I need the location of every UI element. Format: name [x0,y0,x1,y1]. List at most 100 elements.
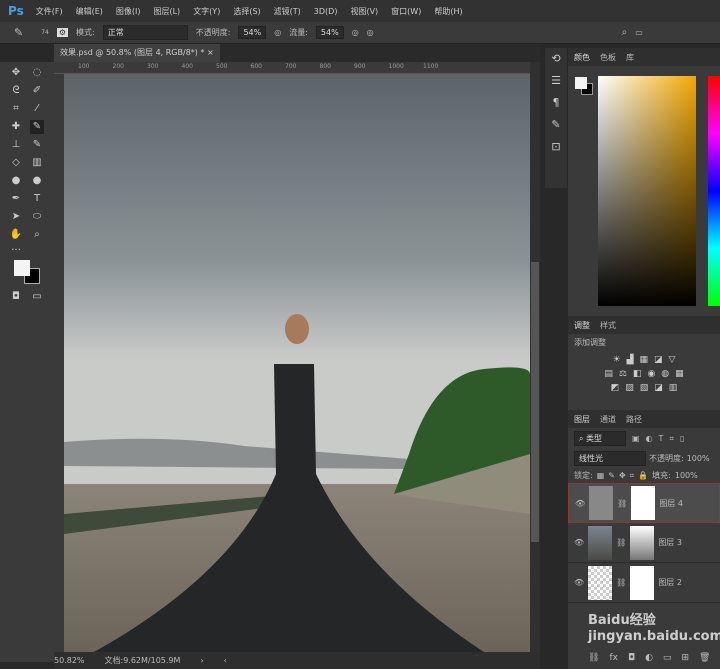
document-tab[interactable]: 效果.psd @ 50.8% (图层 4, RGB/8*) * × [54,44,220,62]
airbrush-icon[interactable]: ◎ [352,28,359,37]
color-field[interactable] [598,76,696,306]
hue-slider[interactable] [708,76,720,306]
blur-icon[interactable]: ● [9,174,23,188]
vertical-scrollbar[interactable] [530,62,540,652]
crop-tool-icon[interactable]: ⌗ [9,102,23,116]
quick-select-icon[interactable]: ✐ [30,84,44,98]
exposure-icon[interactable]: ◪ [654,355,663,365]
clone-source-icon[interactable]: ⊡ [545,136,567,158]
curves-icon[interactable]: ▦ [640,355,649,365]
gradient-map-icon[interactable]: ▥ [669,383,678,393]
flow-input[interactable]: 54% [316,26,344,39]
mode-select[interactable]: 正常 [103,25,188,40]
lock-artboard-icon[interactable]: ⌗ [630,471,635,481]
layer-mask-thumbnail[interactable] [630,526,654,560]
brush-panel-icon[interactable]: ⚙ [57,28,68,37]
pen-icon[interactable]: ✒ [9,192,23,206]
filter-adjust-icon[interactable]: ◐ [646,434,653,443]
stamp-icon[interactable]: ⊥ [9,138,23,152]
trash-icon[interactable]: 🗑 [699,653,710,663]
tab-styles[interactable]: 样式 [600,320,616,331]
history-icon[interactable]: ⟲ [545,48,567,70]
fx-icon[interactable]: fx [609,653,618,663]
brush-icon[interactable]: ✎ [14,26,23,39]
close-icon[interactable]: × [207,48,214,57]
selective-color-icon[interactable]: ◪ [654,383,663,393]
menu-filter[interactable]: 滤镜(T) [274,6,301,17]
filter-shape-icon[interactable]: ⌗ [669,434,674,444]
menu-layer[interactable]: 图层(L) [153,6,180,17]
brush-tool-icon[interactable]: ✎ [30,120,44,134]
new-layer-icon[interactable]: ⊞ [681,653,689,663]
tab-libraries[interactable]: 库 [626,52,634,63]
new-adjustment-icon[interactable]: ◐ [645,653,653,663]
fill-input[interactable]: 100% [675,471,698,480]
scroll-left-icon[interactable]: ‹ [224,656,227,665]
search-icon[interactable]: ⌕ [622,27,628,38]
filter-smart-icon[interactable]: ▯ [680,434,684,443]
posterize-icon[interactable]: ▨ [625,383,634,393]
history-brush-icon[interactable]: ✎ [30,138,44,152]
brush-preset-icon[interactable]: ✎ [545,114,567,136]
photo-filter-icon[interactable]: ◉ [647,369,655,379]
gradient-icon[interactable]: ▥ [30,156,44,170]
color-fg-swatch[interactable] [575,77,587,89]
menu-window[interactable]: 窗口(W) [391,6,421,17]
brightness-icon[interactable]: ☀ [613,355,621,365]
eye-icon[interactable]: 👁 [575,499,585,508]
layer-name[interactable]: 图层 4 [659,498,683,509]
menu-type[interactable]: 文字(Y) [193,6,220,17]
menu-image[interactable]: 图像(I) [116,6,141,17]
type-icon[interactable]: T [30,192,44,206]
menu-view[interactable]: 视图(V) [350,6,378,17]
more-tools-icon[interactable]: ··· [9,244,23,258]
invert-icon[interactable]: ◩ [611,383,620,393]
hand-icon[interactable]: ✋ [9,228,23,242]
lock-all-icon[interactable]: 🔒 [638,471,648,480]
healing-icon[interactable]: ✚ [9,120,23,134]
filter-type-icon[interactable]: T [659,434,664,443]
paragraph-icon[interactable]: ¶ [545,92,567,114]
move-tool-icon[interactable]: ✥ [9,66,23,80]
zoom-icon[interactable]: ⌕ [30,228,44,242]
eye-icon[interactable]: 👁 [574,578,584,587]
add-mask-icon[interactable]: ◘ [628,653,635,663]
opacity-input[interactable]: 54% [238,26,266,39]
layer-opacity-input[interactable]: 100% [687,454,710,463]
layer-filter-select[interactable]: ⌕ 类型 [574,431,626,446]
menu-select[interactable]: 选择(S) [233,6,260,17]
layer-mask-thumbnail[interactable] [630,566,654,600]
layer-row[interactable]: 👁 ⛓ 图层 2 [568,563,720,603]
lock-pixels-icon[interactable]: ✎ [608,471,615,480]
eraser-icon[interactable]: ◇ [9,156,23,170]
properties-icon[interactable]: ☰ [545,70,567,92]
eye-icon[interactable]: 👁 [574,538,584,547]
tab-swatches[interactable]: 色板 [600,52,616,63]
canvas-image[interactable] [64,74,530,652]
threshold-icon[interactable]: ▧ [640,383,649,393]
tab-paths[interactable]: 路径 [626,414,642,425]
dodge-icon[interactable]: ● [30,174,44,188]
lasso-tool-icon[interactable]: ᘓ [9,84,23,98]
zoom-level[interactable]: 50.82% [54,656,85,665]
foreground-color-swatch[interactable] [14,260,30,276]
tab-channels[interactable]: 通道 [600,414,616,425]
bw-icon[interactable]: ◧ [633,369,642,379]
shape-icon[interactable]: ⬭ [30,210,44,224]
tab-adjustments[interactable]: 调整 [574,320,590,331]
workspace-icon[interactable]: ▭ [635,28,643,37]
screen-mode-icon[interactable]: ▭ [30,290,44,304]
layer-mask-thumbnail[interactable] [631,486,655,520]
brush-size[interactable]: 74 [41,29,49,36]
link-layers-icon[interactable]: ⛓ [588,653,599,663]
eyedropper-icon[interactable]: ⁄ [30,102,44,116]
channel-mixer-icon[interactable]: ◍ [661,369,669,379]
color-lookup-icon[interactable]: ▦ [675,369,684,379]
quick-mask-icon[interactable]: ◘ [9,290,23,304]
tab-layers[interactable]: 图层 [574,414,590,425]
menu-3d[interactable]: 3D(D) [314,7,338,16]
lock-transparent-icon[interactable]: ▦ [597,471,605,480]
path-select-icon[interactable]: ➤ [9,210,23,224]
layer-row[interactable]: 👁 ⛓ 图层 4 [568,483,720,523]
hue-sat-icon[interactable]: ▤ [604,369,613,379]
